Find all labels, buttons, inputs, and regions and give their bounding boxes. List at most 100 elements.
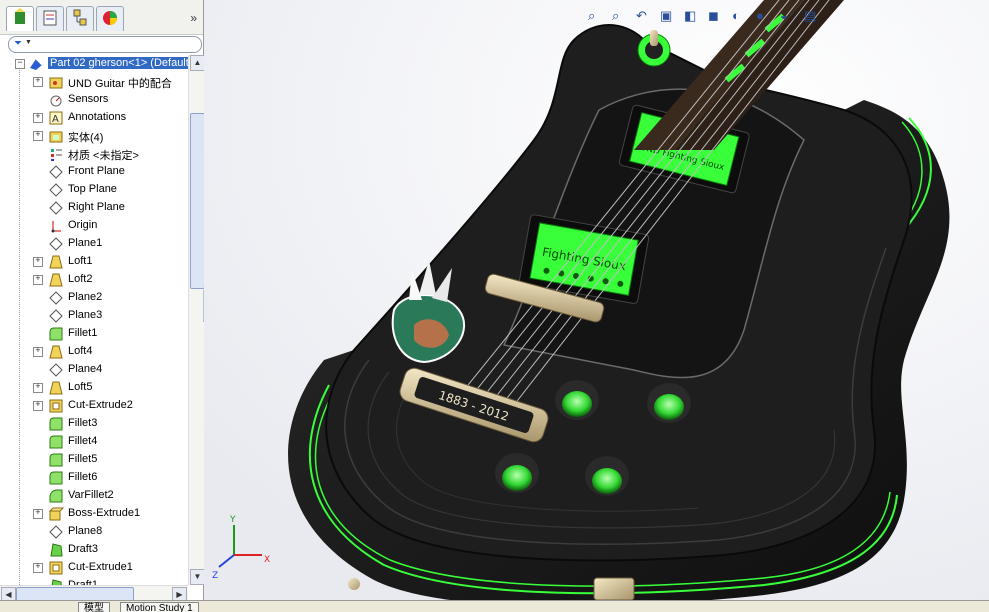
property-manager-tab-icon[interactable]	[36, 6, 64, 31]
feature-manager-tab-icon[interactable]	[6, 6, 34, 31]
tree-item[interactable]: Fillet4	[0, 433, 188, 451]
tree-item-label: Part 02 gherson<1> (Default	[48, 57, 188, 69]
tree-item-label: Draft3	[68, 543, 98, 555]
solid-bodies-folder-icon	[48, 128, 64, 144]
tree-item[interactable]: Right Plane	[0, 199, 188, 217]
plane-icon	[48, 362, 64, 378]
tree-item[interactable]: VarFillet2	[0, 487, 188, 505]
tree-item[interactable]: + Cut-Extrude1	[0, 559, 188, 577]
fillet-icon	[48, 470, 64, 486]
svg-text:X: X	[264, 555, 270, 565]
scroll-down-button[interactable]: ▼	[190, 569, 205, 585]
tree-item[interactable]: Plane4	[0, 361, 188, 379]
expand-toggle-icon[interactable]: +	[33, 383, 43, 393]
expand-toggle-icon[interactable]: +	[33, 131, 43, 141]
tree-item-label: Plane2	[68, 291, 103, 303]
sensors-icon	[48, 92, 64, 108]
tree-item-label: Annotations	[68, 111, 127, 123]
expand-toggle-icon[interactable]: +	[33, 257, 43, 267]
tree-filter-input[interactable]: ⏷ ▼	[8, 36, 202, 53]
tree-item[interactable]: Fillet1	[0, 325, 188, 343]
horizontal-scrollbar[interactable]: ◀ ▶	[0, 585, 188, 602]
previous-view-icon[interactable]: ↶	[636, 8, 654, 26]
tree-item[interactable]: Front Plane	[0, 163, 188, 181]
tree-item[interactable]: Plane2	[0, 289, 188, 307]
expand-toggle-icon[interactable]: +	[33, 401, 43, 411]
display-manager-tab-icon[interactable]	[96, 6, 124, 31]
plane-icon	[48, 308, 64, 324]
tree-item-label: 实体(4)	[68, 132, 104, 144]
collapse-panel-button[interactable]: »	[190, 11, 197, 25]
scroll-up-button[interactable]: ▲	[190, 55, 205, 71]
tree-item[interactable]: + Loft1	[0, 253, 188, 271]
feature-manager-panel: » ⏷ ▼ − Part 02 gherson<1> (Default + UND G…	[0, 0, 205, 611]
plane-icon	[48, 236, 64, 252]
tree-item[interactable]: Sensors	[0, 91, 188, 109]
expand-toggle-icon[interactable]: +	[33, 509, 43, 519]
configuration-manager-tab-icon[interactable]	[66, 6, 94, 31]
tree-item[interactable]: Fillet6	[0, 469, 188, 487]
plane-icon	[48, 200, 64, 216]
tree-item-label: Plane1	[68, 237, 103, 249]
apply-scene-icon[interactable]: ◒	[780, 8, 798, 26]
tree-item[interactable]: + A Annotations	[0, 109, 188, 127]
cut-extrude-icon	[48, 398, 64, 414]
tree-item[interactable]: Plane8	[0, 523, 188, 541]
tree-item-label: Fillet3	[68, 417, 98, 429]
tree-item[interactable]: Top Plane	[0, 181, 188, 199]
expand-toggle-icon[interactable]: +	[33, 113, 43, 123]
tree-item[interactable]: Draft3	[0, 541, 188, 559]
panel-tab-bar: »	[0, 0, 203, 35]
draft-icon	[48, 578, 64, 585]
graphics-area[interactable]: UND Fighting Sioux Fighting Sioux 1883 -…	[204, 0, 989, 600]
tree-item[interactable]: + Boss-Extrude1	[0, 505, 188, 523]
tree-item-label: Fillet6	[68, 471, 98, 483]
tree-item-label: Loft2	[68, 273, 93, 285]
tree-item[interactable]: + Cut-Extrude2	[0, 397, 188, 415]
expand-toggle-icon[interactable]: +	[33, 275, 43, 285]
view-settings-icon[interactable]: ▤	[804, 8, 822, 26]
tree-item[interactable]: Plane3	[0, 307, 188, 325]
guitar-model[interactable]: UND Fighting Sioux Fighting Sioux 1883 -…	[204, 0, 989, 600]
edit-appearance-icon[interactable]: ●	[756, 8, 774, 26]
tree-item[interactable]: + Loft5	[0, 379, 188, 397]
expand-toggle-icon[interactable]: +	[33, 77, 43, 87]
tree-item-label: Fillet4	[68, 435, 98, 447]
tree-item-label: Front Plane	[68, 165, 125, 177]
material-icon	[48, 146, 64, 162]
tree-item[interactable]: + Loft2	[0, 271, 188, 289]
tree-item-label: Loft5	[68, 381, 93, 393]
tree-item[interactable]: Fillet3	[0, 415, 188, 433]
zoom-to-fit-icon[interactable]: ⌕	[588, 8, 606, 26]
mates-folder-icon	[48, 74, 64, 90]
tree-root-item[interactable]: − Part 02 gherson<1> (Default	[0, 55, 188, 73]
display-style-icon[interactable]: ◼	[708, 8, 726, 26]
zoom-to-area-icon[interactable]: ⌕	[612, 8, 630, 26]
tree-item-label: Plane8	[68, 525, 103, 537]
expand-toggle-icon[interactable]: +	[33, 563, 43, 573]
bottom-tab-bar: 模型 Motion Study 1	[0, 600, 989, 612]
tree-item[interactable]: Draft1	[0, 577, 188, 585]
scroll-thumb[interactable]	[190, 113, 205, 289]
section-view-icon[interactable]: ▣	[660, 8, 678, 26]
plane-icon	[48, 182, 64, 198]
tree-item-label: Right Plane	[68, 201, 125, 213]
draft-icon	[48, 542, 64, 558]
vertical-scrollbar[interactable]: ▲ ▼	[188, 55, 205, 585]
tree-item[interactable]: + 实体(4)	[0, 127, 188, 145]
tree-item-label: Loft1	[68, 255, 93, 267]
tree-item[interactable]: Origin	[0, 217, 188, 235]
tree-item[interactable]: + Loft4	[0, 343, 188, 361]
tree-item[interactable]: 材质 <未指定>	[0, 145, 188, 163]
filter-icon[interactable]: ⏷	[14, 38, 22, 49]
collapse-toggle-icon[interactable]: −	[15, 59, 25, 69]
hide-show-items-icon[interactable]: ◐	[732, 8, 750, 26]
filter-dropdown-icon[interactable]: ▼	[25, 39, 32, 46]
tree-item[interactable]: + UND Guitar 中的配合	[0, 73, 188, 91]
expand-toggle-icon[interactable]: +	[33, 347, 43, 357]
tree-item-label: UND Guitar 中的配合	[68, 78, 172, 90]
tree-item[interactable]: Fillet5	[0, 451, 188, 469]
view-orientation-icon[interactable]: ◧	[684, 8, 702, 26]
tree-item[interactable]: Plane1	[0, 235, 188, 253]
origin-icon	[48, 218, 64, 234]
